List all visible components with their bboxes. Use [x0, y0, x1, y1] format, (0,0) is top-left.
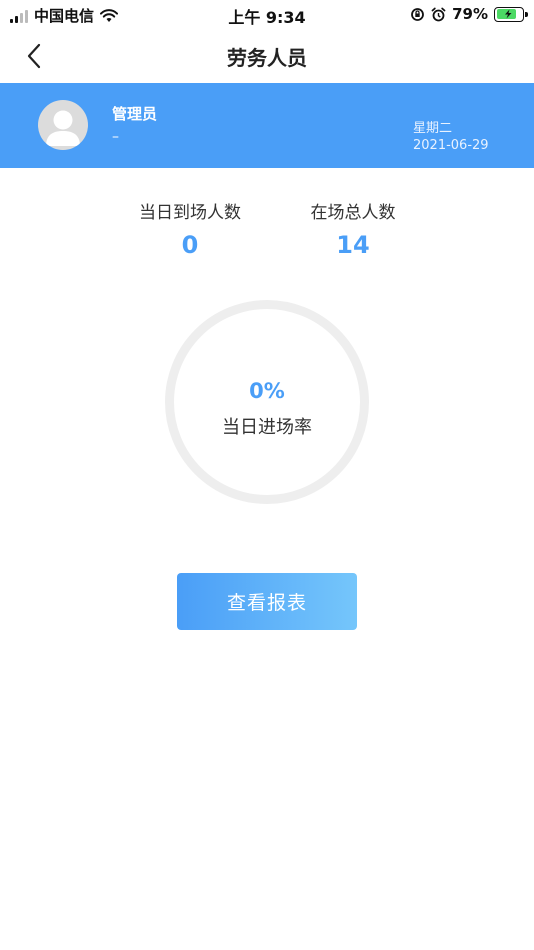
status-bar: 中国电信 上午 9:34 79% [0, 0, 534, 30]
battery-percent: 79% [452, 5, 488, 23]
page: 中国电信 上午 9:34 79% 劳务人员 管理员 – 星期二 2021-06-… [0, 0, 534, 950]
user-banner: 管理员 – 星期二 2021-06-29 [0, 83, 534, 168]
stat-value: 0 [181, 231, 199, 259]
nav-bar: 劳务人员 [0, 30, 534, 83]
avatar [38, 100, 88, 150]
entry-rate-ring: 0% 当日进场率 [165, 300, 369, 504]
user-name: 管理员 [112, 105, 158, 123]
status-right: 79% [410, 5, 528, 23]
stat-label: 当日到场人数 [139, 203, 241, 223]
date: 2021-06-29 [413, 138, 489, 153]
alarm-icon [431, 7, 446, 21]
battery-icon [494, 6, 528, 22]
stat-total-on-site: 在场总人数 14 [268, 198, 438, 259]
stat-value: 14 [336, 231, 370, 259]
stat-label: 在场总人数 [310, 203, 396, 223]
entry-rate-value: 0% [249, 379, 285, 403]
user-subtitle: – [112, 129, 119, 145]
entry-rate-label: 当日进场率 [222, 417, 312, 438]
orientation-lock-icon [411, 7, 424, 21]
weekday: 星期二 [413, 121, 453, 136]
user-avatar-icon [46, 110, 80, 146]
view-report-button[interactable]: 查看报表 [177, 573, 357, 630]
page-title: 劳务人员 [227, 46, 307, 70]
stat-today-arrivals: 当日到场人数 0 [105, 198, 275, 259]
